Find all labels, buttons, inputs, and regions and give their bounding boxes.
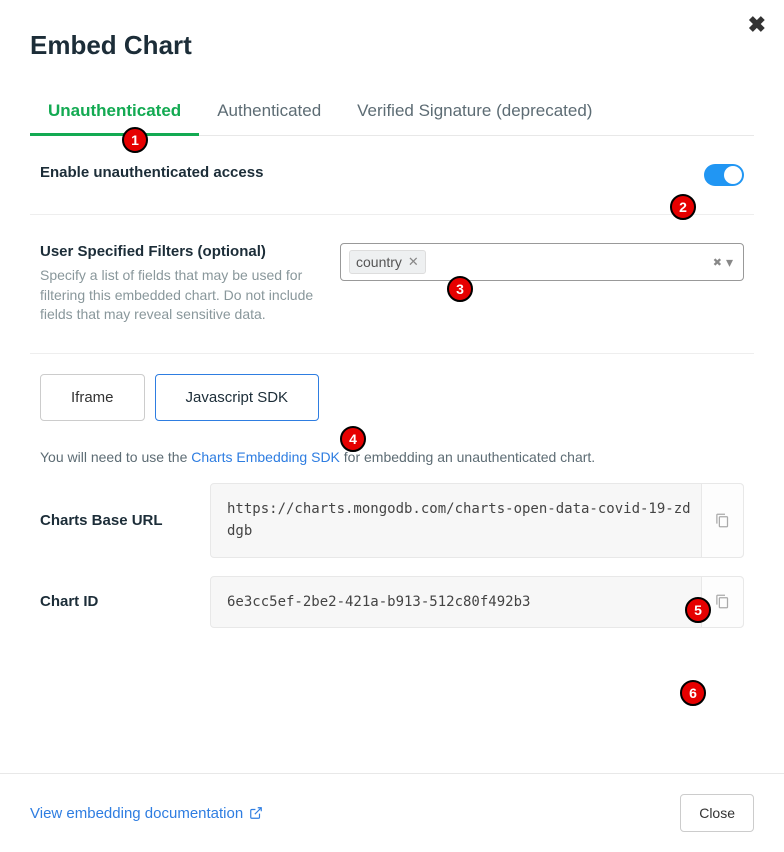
tab-verified-signature[interactable]: Verified Signature (deprecated) (357, 91, 592, 135)
chart-id-label: Chart ID (40, 593, 190, 610)
chip-remove-icon[interactable]: ✕ (408, 254, 419, 270)
tab-unauthenticated[interactable]: Unauthenticated (48, 91, 181, 135)
tab-authenticated[interactable]: Authenticated (217, 91, 321, 135)
clear-all-icon[interactable]: ✖ (713, 256, 722, 269)
documentation-link[interactable]: View embedding documentation (30, 805, 263, 822)
external-link-icon (249, 806, 263, 820)
subtab-iframe[interactable]: Iframe (40, 374, 145, 421)
embed-type-tabs: Iframe Javascript SDK (30, 374, 754, 421)
close-icon[interactable]: ✖ (748, 12, 766, 38)
filters-description: Specify a list of fields that may be use… (40, 266, 320, 325)
sdk-note: You will need to use the Charts Embeddin… (40, 449, 744, 465)
base-url-value: https://charts.mongodb.com/charts-open-d… (210, 483, 744, 558)
annotation-marker-5: 5 (685, 597, 711, 623)
copy-icon (715, 513, 730, 528)
enable-access-toggle[interactable] (704, 164, 744, 186)
copy-icon (715, 594, 730, 609)
annotation-marker-2: 2 (670, 194, 696, 220)
filters-input[interactable]: country ✕ ✖ ▾ (340, 243, 744, 281)
annotation-marker-4: 4 (340, 426, 366, 452)
dropdown-caret-icon[interactable]: ▾ (726, 254, 733, 271)
chip-label: country (356, 254, 402, 270)
copy-base-url-button[interactable] (701, 484, 743, 557)
base-url-label: Charts Base URL (40, 512, 190, 529)
annotation-marker-6: 6 (680, 680, 706, 706)
sdk-link[interactable]: Charts Embedding SDK (191, 449, 340, 465)
subtab-javascript-sdk[interactable]: Javascript SDK (155, 374, 320, 421)
annotation-marker-1: 1 (122, 127, 148, 153)
close-button[interactable]: Close (680, 794, 754, 832)
chart-id-value: 6e3cc5ef-2be2-421a-b913-512c80f492b3 (210, 576, 744, 628)
modal-title: Embed Chart (30, 30, 754, 61)
filters-label: User Specified Filters (optional) (40, 243, 320, 260)
modal-footer: View embedding documentation Close (0, 773, 784, 852)
annotation-marker-3: 3 (447, 276, 473, 302)
filter-chip-country: country ✕ (349, 250, 426, 274)
enable-access-label: Enable unauthenticated access (40, 164, 263, 181)
